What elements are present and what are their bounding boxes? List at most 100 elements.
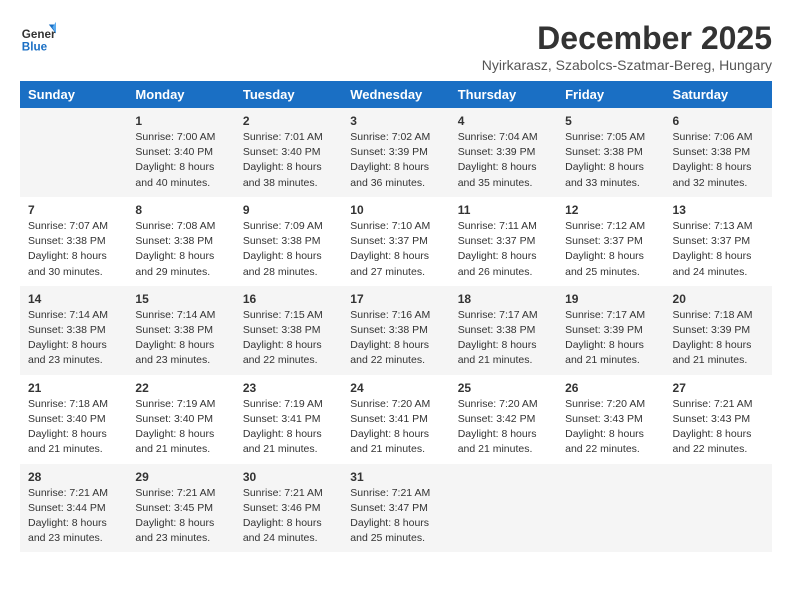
week-row-2: 7Sunrise: 7:07 AMSunset: 3:38 PMDaylight… bbox=[20, 197, 772, 286]
day-info: Sunrise: 7:00 AMSunset: 3:40 PMDaylight:… bbox=[135, 130, 226, 191]
week-row-4: 21 Sunrise: 7:18 AMSunset: 3:40 PMDayligh… bbox=[20, 375, 772, 464]
day-info: Sunrise: 7:05 AMSunset: 3:38 PMDaylight:… bbox=[565, 130, 656, 191]
calendar-cell: 27 Sunrise: 7:21 AMSunset: 3:43 PMDayligh… bbox=[665, 375, 772, 464]
logo: General Blue bbox=[20, 20, 58, 56]
weekday-header-sunday: Sunday bbox=[20, 81, 127, 108]
day-info: Sunrise: 7:13 AMSunset: 3:37 PMDaylight:… bbox=[673, 219, 764, 280]
day-number: 16 bbox=[243, 292, 334, 306]
calendar-cell: 30 Sunrise: 7:21 AMSunset: 3:46 PMDayligh… bbox=[235, 464, 342, 553]
weekday-header-saturday: Saturday bbox=[665, 81, 772, 108]
day-info: Sunrise: 7:09 AMSunset: 3:38 PMDaylight:… bbox=[243, 219, 334, 280]
calendar-table: SundayMondayTuesdayWednesdayThursdayFrid… bbox=[20, 81, 772, 552]
day-info: Sunrise: 7:08 AMSunset: 3:38 PMDaylight:… bbox=[135, 219, 226, 280]
day-info: Sunrise: 7:21 AMSunset: 3:43 PMDaylight:… bbox=[673, 397, 764, 458]
day-info: Sunrise: 7:17 AMSunset: 3:38 PMDaylight:… bbox=[458, 308, 549, 369]
calendar-cell: 3 Sunrise: 7:02 AMSunset: 3:39 PMDaylight… bbox=[342, 108, 449, 197]
week-row-3: 14 Sunrise: 7:14 AMSunset: 3:38 PMDayligh… bbox=[20, 286, 772, 375]
svg-text:General: General bbox=[22, 28, 56, 41]
page-header: General Blue December 2025 Nyirkarasz, S… bbox=[20, 20, 772, 73]
day-number: 19 bbox=[565, 292, 656, 306]
day-number: 11 bbox=[458, 203, 549, 217]
day-number: 24 bbox=[350, 381, 441, 395]
day-info: Sunrise: 7:20 AMSunset: 3:43 PMDaylight:… bbox=[565, 397, 656, 458]
calendar-cell: 24 Sunrise: 7:20 AMSunset: 3:41 PMDayligh… bbox=[342, 375, 449, 464]
calendar-cell bbox=[20, 108, 127, 197]
month-title: December 2025 bbox=[482, 20, 772, 57]
calendar-cell bbox=[665, 464, 772, 553]
calendar-cell: 21 Sunrise: 7:18 AMSunset: 3:40 PMDayligh… bbox=[20, 375, 127, 464]
location: Nyirkarasz, Szabolcs-Szatmar-Bereg, Hung… bbox=[482, 57, 772, 73]
day-number: 30 bbox=[243, 470, 334, 484]
day-number: 3 bbox=[350, 114, 441, 128]
day-number: 1 bbox=[135, 114, 226, 128]
title-block: December 2025 Nyirkarasz, Szabolcs-Szatm… bbox=[482, 20, 772, 73]
day-info: Sunrise: 7:02 AMSunset: 3:39 PMDaylight:… bbox=[350, 130, 441, 191]
day-number: 10 bbox=[350, 203, 441, 217]
day-number: 5 bbox=[565, 114, 656, 128]
day-number: 26 bbox=[565, 381, 656, 395]
day-info: Sunrise: 7:07 AMSunset: 3:38 PMDaylight:… bbox=[28, 219, 119, 280]
calendar-cell: 16 Sunrise: 7:15 AMSunset: 3:38 PMDayligh… bbox=[235, 286, 342, 375]
day-number: 21 bbox=[28, 381, 119, 395]
day-number: 2 bbox=[243, 114, 334, 128]
day-number: 27 bbox=[673, 381, 764, 395]
calendar-cell: 8Sunrise: 7:08 AMSunset: 3:38 PMDaylight… bbox=[127, 197, 234, 286]
day-info: Sunrise: 7:21 AMSunset: 3:45 PMDaylight:… bbox=[135, 486, 226, 547]
day-info: Sunrise: 7:15 AMSunset: 3:38 PMDaylight:… bbox=[243, 308, 334, 369]
calendar-cell: 6Sunrise: 7:06 AMSunset: 3:38 PMDaylight… bbox=[665, 108, 772, 197]
weekday-header-monday: Monday bbox=[127, 81, 234, 108]
calendar-cell: 22 Sunrise: 7:19 AMSunset: 3:40 PMDayligh… bbox=[127, 375, 234, 464]
day-number: 15 bbox=[135, 292, 226, 306]
day-number: 22 bbox=[135, 381, 226, 395]
day-number: 4 bbox=[458, 114, 549, 128]
calendar-cell: 25Sunrise: 7:20 AMSunset: 3:42 PMDayligh… bbox=[450, 375, 557, 464]
day-info: Sunrise: 7:04 AMSunset: 3:39 PMDaylight:… bbox=[458, 130, 549, 191]
calendar-cell: 20 Sunrise: 7:18 AMSunset: 3:39 PMDayligh… bbox=[665, 286, 772, 375]
calendar-cell: 28 Sunrise: 7:21 AMSunset: 3:44 PMDayligh… bbox=[20, 464, 127, 553]
day-info: Sunrise: 7:11 AMSunset: 3:37 PMDaylight:… bbox=[458, 219, 549, 280]
calendar-cell: 11 Sunrise: 7:11 AMSunset: 3:37 PMDayligh… bbox=[450, 197, 557, 286]
weekday-header-friday: Friday bbox=[557, 81, 664, 108]
calendar-cell: 18 Sunrise: 7:17 AMSunset: 3:38 PMDayligh… bbox=[450, 286, 557, 375]
day-number: 12 bbox=[565, 203, 656, 217]
day-number: 14 bbox=[28, 292, 119, 306]
day-number: 29 bbox=[135, 470, 226, 484]
day-number: 31 bbox=[350, 470, 441, 484]
calendar-cell: 14 Sunrise: 7:14 AMSunset: 3:38 PMDayligh… bbox=[20, 286, 127, 375]
day-info: Sunrise: 7:18 AMSunset: 3:39 PMDaylight:… bbox=[673, 308, 764, 369]
day-info: Sunrise: 7:19 AMSunset: 3:41 PMDaylight:… bbox=[243, 397, 334, 458]
weekday-header-row: SundayMondayTuesdayWednesdayThursdayFrid… bbox=[20, 81, 772, 108]
calendar-cell: 4 Sunrise: 7:04 AMSunset: 3:39 PMDaylight… bbox=[450, 108, 557, 197]
day-info: Sunrise: 7:12 AMSunset: 3:37 PMDaylight:… bbox=[565, 219, 656, 280]
calendar-cell: 12 Sunrise: 7:12 AMSunset: 3:37 PMDayligh… bbox=[557, 197, 664, 286]
calendar-cell: 13 Sunrise: 7:13 AMSunset: 3:37 PMDayligh… bbox=[665, 197, 772, 286]
calendar-cell: 31 Sunrise: 7:21 AMSunset: 3:47 PMDayligh… bbox=[342, 464, 449, 553]
day-number: 28 bbox=[28, 470, 119, 484]
day-info: Sunrise: 7:14 AMSunset: 3:38 PMDaylight:… bbox=[28, 308, 119, 369]
calendar-cell: 17Sunrise: 7:16 AMSunset: 3:38 PMDayligh… bbox=[342, 286, 449, 375]
day-info: Sunrise: 7:20 AMSunset: 3:41 PMDaylight:… bbox=[350, 397, 441, 458]
day-number: 13 bbox=[673, 203, 764, 217]
weekday-header-tuesday: Tuesday bbox=[235, 81, 342, 108]
calendar-cell: 7Sunrise: 7:07 AMSunset: 3:38 PMDaylight… bbox=[20, 197, 127, 286]
calendar-cell: 9Sunrise: 7:09 AMSunset: 3:38 PMDaylight… bbox=[235, 197, 342, 286]
day-info: Sunrise: 7:21 AMSunset: 3:47 PMDaylight:… bbox=[350, 486, 441, 547]
day-info: Sunrise: 7:01 AMSunset: 3:40 PMDaylight:… bbox=[243, 130, 334, 191]
calendar-cell: 15Sunrise: 7:14 AMSunset: 3:38 PMDayligh… bbox=[127, 286, 234, 375]
weekday-header-wednesday: Wednesday bbox=[342, 81, 449, 108]
calendar-cell: 29 Sunrise: 7:21 AMSunset: 3:45 PMDayligh… bbox=[127, 464, 234, 553]
day-info: Sunrise: 7:16 AMSunset: 3:38 PMDaylight:… bbox=[350, 308, 441, 369]
day-info: Sunrise: 7:21 AMSunset: 3:44 PMDaylight:… bbox=[28, 486, 119, 547]
day-info: Sunrise: 7:19 AMSunset: 3:40 PMDaylight:… bbox=[135, 397, 226, 458]
day-number: 18 bbox=[458, 292, 549, 306]
day-info: Sunrise: 7:06 AMSunset: 3:38 PMDaylight:… bbox=[673, 130, 764, 191]
calendar-cell: 19Sunrise: 7:17 AMSunset: 3:39 PMDayligh… bbox=[557, 286, 664, 375]
day-info: Sunrise: 7:20 AMSunset: 3:42 PMDaylight:… bbox=[458, 397, 549, 458]
day-number: 20 bbox=[673, 292, 764, 306]
logo-icon: General Blue bbox=[20, 20, 56, 56]
day-info: Sunrise: 7:21 AMSunset: 3:46 PMDaylight:… bbox=[243, 486, 334, 547]
calendar-cell: 26 Sunrise: 7:20 AMSunset: 3:43 PMDayligh… bbox=[557, 375, 664, 464]
calendar-cell: 23Sunrise: 7:19 AMSunset: 3:41 PMDayligh… bbox=[235, 375, 342, 464]
day-info: Sunrise: 7:18 AMSunset: 3:40 PMDaylight:… bbox=[28, 397, 119, 458]
calendar-cell bbox=[450, 464, 557, 553]
